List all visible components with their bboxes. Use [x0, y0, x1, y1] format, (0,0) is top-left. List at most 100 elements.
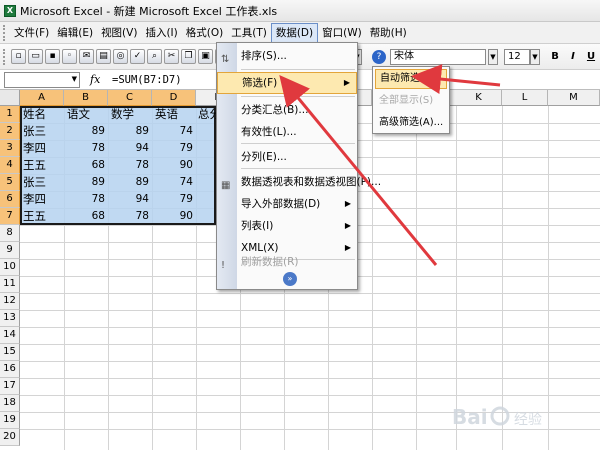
- italic-button[interactable]: I: [566, 49, 580, 65]
- submenu-item-autofilter[interactable]: 自动筛选(F): [375, 69, 447, 89]
- font-size-field[interactable]: 12: [504, 49, 530, 65]
- menu-view[interactable]: 视图(V): [97, 23, 141, 43]
- column-header-l[interactable]: L: [502, 90, 548, 106]
- menu-edit[interactable]: 编辑(E): [53, 23, 97, 43]
- permission-icon[interactable]: ◦: [62, 49, 77, 64]
- select-all-corner[interactable]: [0, 90, 20, 106]
- cell-value[interactable]: 79: [152, 140, 193, 157]
- cell-value[interactable]: 78: [108, 208, 149, 225]
- expand-menu-icon[interactable]: »: [283, 272, 297, 286]
- submenu-item-advanced-filter[interactable]: 高级筛选(A)...: [375, 113, 447, 133]
- cell-value[interactable]: 89: [108, 123, 149, 140]
- row-header[interactable]: 1: [0, 106, 20, 123]
- row-header[interactable]: 14: [0, 327, 20, 344]
- row-header[interactable]: 13: [0, 310, 20, 327]
- font-name-field[interactable]: 宋体: [390, 49, 486, 65]
- cell-value[interactable]: 90: [152, 208, 193, 225]
- menu-item-text-to-columns[interactable]: 分列(E)...: [217, 146, 357, 168]
- cell-value[interactable]: 90: [152, 157, 193, 174]
- print-icon[interactable]: ▤: [96, 49, 111, 64]
- new-icon[interactable]: ▫: [11, 49, 26, 64]
- menu-window[interactable]: 窗口(W): [318, 23, 366, 43]
- paste-icon[interactable]: ▣: [198, 49, 213, 64]
- cell-value[interactable]: 74: [152, 174, 193, 191]
- row-header[interactable]: 3: [0, 140, 20, 157]
- cell-value[interactable]: 68: [64, 208, 105, 225]
- column-header-d[interactable]: D: [152, 90, 196, 106]
- menu-file[interactable]: 文件(F): [10, 23, 53, 43]
- open-icon[interactable]: ▭: [28, 49, 43, 64]
- underline-button[interactable]: U: [584, 49, 598, 65]
- menu-item-subtotals[interactable]: 分类汇总(B)...: [217, 99, 357, 121]
- font-dropdown-icon[interactable]: ▼: [488, 49, 498, 65]
- cell-name[interactable]: 李四: [23, 140, 46, 157]
- name-box[interactable]: [4, 71, 80, 88]
- row-header[interactable]: 19: [0, 412, 20, 429]
- cell-value[interactable]: 68: [64, 157, 105, 174]
- fx-icon[interactable]: fx: [90, 73, 108, 86]
- row-header[interactable]: 10: [0, 259, 20, 276]
- column-header-m[interactable]: M: [548, 90, 600, 106]
- cell-value[interactable]: 79: [152, 191, 193, 208]
- copy-icon[interactable]: ❐: [181, 49, 196, 64]
- menu-item-filter[interactable]: 筛选(F) ▶: [217, 72, 357, 94]
- cell-name[interactable]: 李四: [23, 191, 46, 208]
- row-header[interactable]: 11: [0, 276, 20, 293]
- row-header[interactable]: 20: [0, 429, 20, 446]
- row-header[interactable]: 9: [0, 242, 20, 259]
- cell-value[interactable]: 89: [64, 174, 105, 191]
- save-icon[interactable]: ▪: [45, 49, 60, 64]
- row-header[interactable]: 17: [0, 378, 20, 395]
- column-header-b[interactable]: B: [64, 90, 108, 106]
- column-header-k[interactable]: K: [456, 90, 502, 106]
- cell-name[interactable]: 王五: [23, 208, 46, 225]
- cell-name[interactable]: 张三: [23, 123, 46, 140]
- cell-value[interactable]: 78: [64, 191, 105, 208]
- menu-insert[interactable]: 插入(I): [141, 23, 181, 43]
- cell-header-english[interactable]: 英语: [155, 106, 178, 123]
- research-icon[interactable]: ⌕: [147, 49, 162, 64]
- menu-item-sort[interactable]: ⇅ 排序(S)...: [217, 45, 357, 67]
- cell-value[interactable]: 94: [108, 140, 149, 157]
- row-header[interactable]: 2: [0, 123, 20, 140]
- row-header[interactable]: 4: [0, 157, 20, 174]
- menu-help[interactable]: 帮助(H): [366, 23, 411, 43]
- spelling-icon[interactable]: ✓: [130, 49, 145, 64]
- cell-name[interactable]: 王五: [23, 157, 46, 174]
- column-header-c[interactable]: C: [108, 90, 152, 106]
- email-icon[interactable]: ✉: [79, 49, 94, 64]
- menu-data[interactable]: 数据(D): [270, 22, 319, 43]
- cell-header-name[interactable]: 姓名: [23, 106, 46, 123]
- menu-format[interactable]: 格式(O): [182, 23, 227, 43]
- menubar-grip[interactable]: [3, 24, 7, 41]
- cell-header-chinese[interactable]: 语文: [67, 106, 90, 123]
- cell-header-math[interactable]: 数学: [111, 106, 134, 123]
- cell-value[interactable]: 74: [152, 123, 193, 140]
- menu-item-list[interactable]: 列表(I) ▶: [217, 215, 357, 237]
- row-header[interactable]: 5: [0, 174, 20, 191]
- row-header[interactable]: 8: [0, 225, 20, 242]
- toolbar-grip[interactable]: [3, 48, 7, 65]
- cell-value[interactable]: 89: [108, 174, 149, 191]
- row-header[interactable]: 16: [0, 361, 20, 378]
- row-header[interactable]: 18: [0, 395, 20, 412]
- menu-item-import-data[interactable]: 导入外部数据(D) ▶: [217, 193, 357, 215]
- row-header[interactable]: 7: [0, 208, 20, 225]
- cell-value[interactable]: 94: [108, 191, 149, 208]
- cut-icon[interactable]: ✂: [164, 49, 179, 64]
- row-header[interactable]: 6: [0, 191, 20, 208]
- cell-value[interactable]: 78: [108, 157, 149, 174]
- formula-input[interactable]: =SUM(B7:D7): [112, 74, 182, 86]
- print-preview-icon[interactable]: ◎: [113, 49, 128, 64]
- help-icon[interactable]: ?: [372, 50, 386, 64]
- menu-item-pivot-table[interactable]: ▦ 数据透视表和数据透视图(P)...: [217, 171, 381, 193]
- bold-button[interactable]: B: [548, 49, 562, 65]
- row-header[interactable]: 12: [0, 293, 20, 310]
- menu-tools[interactable]: 工具(T): [227, 23, 271, 43]
- row-header[interactable]: 15: [0, 344, 20, 361]
- cell-value[interactable]: 89: [64, 123, 105, 140]
- column-header-a[interactable]: A: [20, 90, 64, 106]
- menu-item-validation[interactable]: 有效性(L)...: [217, 121, 357, 143]
- cell-value[interactable]: 78: [64, 140, 105, 157]
- cell-name[interactable]: 张三: [23, 174, 46, 191]
